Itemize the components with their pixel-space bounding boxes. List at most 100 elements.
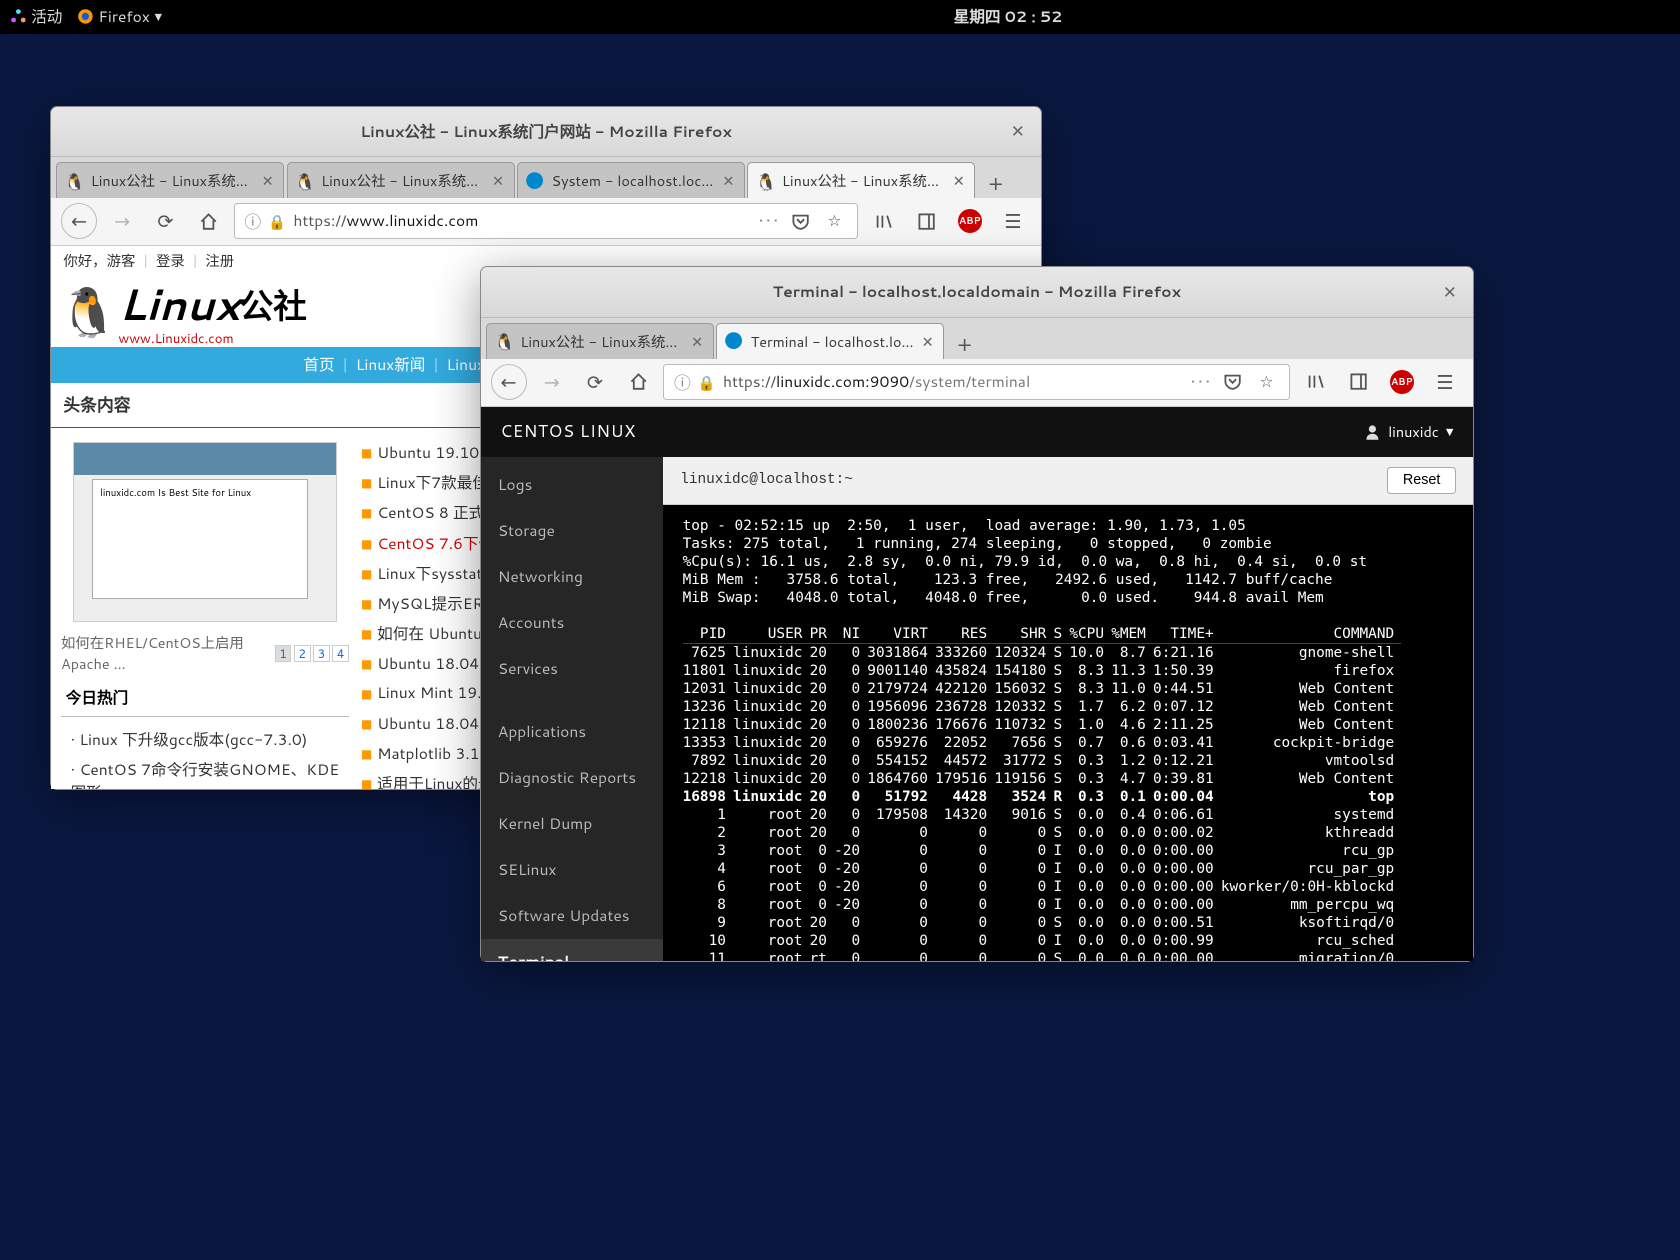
tab-close-icon[interactable]: ✕ (720, 170, 737, 191)
sidebar-item-logs[interactable]: Logs (481, 462, 663, 508)
gnome-topbar: 活动 Firefox ▼ 星期四 02 : 52 ▼ (0, 0, 1680, 34)
sidebar-item-diagnostic-reports[interactable]: Diagnostic Reports (481, 755, 663, 801)
activities-button[interactable]: 活动 (10, 5, 63, 28)
hot-item[interactable]: · Linux 下升级gcc版本(gcc-7.3.0) (61, 724, 349, 754)
home-button[interactable] (191, 203, 227, 239)
new-tab-button[interactable]: + (978, 167, 1014, 198)
close-button[interactable]: ✕ (1007, 121, 1029, 143)
cockpit-main: linuxidc@localhost:~ Reset top - 02:52:1… (663, 457, 1472, 961)
browser-tab[interactable]: 🐧Linux公社 - Linux系统门户✕ (747, 162, 975, 198)
menu-icon[interactable]: ☰ (995, 203, 1031, 239)
bullet-icon: ■ (361, 775, 372, 789)
user-icon (1364, 423, 1381, 440)
reload-button[interactable]: ⟳ (147, 203, 183, 239)
close-button[interactable]: ✕ (1439, 282, 1461, 304)
thumb-caption[interactable]: 如何在RHEL/CentOS上启用Apache … (61, 632, 272, 674)
sidebar-icon[interactable] (1341, 364, 1377, 400)
tab-close-icon[interactable]: ✕ (950, 170, 967, 191)
bullet-icon: ■ (361, 745, 372, 762)
menu-icon[interactable]: ☰ (1427, 364, 1463, 400)
pocket-icon[interactable] (788, 212, 814, 231)
reset-button[interactable]: Reset (1387, 467, 1455, 495)
sidebar-item-services[interactable]: Services (481, 646, 663, 692)
info-icon[interactable]: ⓘ (244, 209, 261, 234)
pagination-box[interactable]: 3 (313, 645, 330, 662)
titlebar[interactable]: Linux公社 - Linux系统门户网站 - Mozilla Firefox … (51, 107, 1040, 157)
forward-button: → (104, 203, 140, 239)
chevron-down-icon: ▼ (1446, 425, 1453, 439)
bookmark-star-icon[interactable]: ☆ (821, 210, 847, 232)
tab-close-icon[interactable]: ✕ (259, 170, 276, 191)
terminal-header: linuxidc@localhost:~ Reset (663, 457, 1472, 505)
bullet-icon: ■ (361, 685, 372, 702)
pagination-box[interactable]: 4 (332, 645, 349, 662)
bullet-icon: ■ (361, 655, 372, 672)
tab-strip: 🐧Linux公社 - Linux系统门户✕🐧Linux公社 - Linux系统门… (51, 157, 1040, 198)
sidebar-item-storage[interactable]: Storage (481, 508, 663, 554)
tab-close-icon[interactable]: ✕ (919, 331, 936, 352)
titlebar[interactable]: Terminal - localhost.localdomain - Mozil… (481, 267, 1473, 317)
clock[interactable]: 星期四 02 : 52 (954, 5, 1063, 28)
bullet-icon: ■ (361, 535, 372, 552)
featured-thumbnail[interactable]: linuxidc.com Is Best Site for Linux (73, 442, 337, 622)
page-actions-icon[interactable]: ••• (759, 210, 781, 232)
tab-label: Linux公社 - Linux系统门户 (782, 170, 950, 191)
browser-tab[interactable]: 🐧Linux公社 - Linux系统门户✕ (486, 323, 714, 359)
login-link[interactable]: 登录 (156, 250, 185, 271)
pocket-icon[interactable] (1220, 372, 1246, 391)
page-actions-icon[interactable]: ••• (1191, 371, 1213, 393)
abp-icon[interactable]: ABP (952, 203, 988, 239)
tab-strip: 🐧Linux公社 - Linux系统门户✕Terminal - localhos… (481, 318, 1473, 359)
cockpit-content: CENTOS LINUX linuxidc ▼ localhost.locald… (481, 407, 1473, 962)
new-tab-button[interactable]: + (947, 328, 983, 359)
linuxidc-favicon-icon: 🐧 (494, 331, 513, 350)
url-bar[interactable]: ⓘ 🔒 https://linuxidc.com:9090/system/ter… (663, 364, 1290, 400)
bullet-icon: ■ (361, 504, 372, 521)
sidebar-item-selinux[interactable]: SELinux (481, 847, 663, 893)
browser-tab[interactable]: Terminal - localhost.local…✕ (716, 323, 944, 359)
cockpit-header: CENTOS LINUX linuxidc ▼ (481, 407, 1473, 457)
bookmark-star-icon[interactable]: ☆ (1253, 371, 1279, 393)
back-button[interactable]: ← (61, 203, 97, 239)
app-menu-label: Firefox (98, 6, 149, 28)
library-icon[interactable] (865, 203, 901, 239)
sidebar-item-applications[interactable]: Applications (481, 709, 663, 755)
info-icon[interactable]: ⓘ (674, 370, 691, 395)
sidebar-item-software-updates[interactable]: Software Updates (481, 893, 663, 939)
nav-link[interactable]: 首页 (303, 353, 334, 376)
sidebar-item-terminal[interactable]: Terminal (481, 939, 663, 962)
library-icon[interactable] (1297, 364, 1333, 400)
browser-tab[interactable]: 🐧Linux公社 - Linux系统门户✕ (56, 162, 284, 198)
pagination-box[interactable]: 1 (275, 645, 292, 662)
linuxidc-favicon-icon: 🐧 (295, 171, 314, 190)
bullet-icon: ■ (361, 474, 372, 491)
cockpit-favicon-icon (525, 171, 544, 190)
firefox-icon (77, 8, 94, 25)
tab-close-icon[interactable]: ✕ (689, 331, 706, 352)
logo-url: www.Linuxidc.com (118, 330, 306, 348)
sidebar-icon[interactable] (909, 203, 945, 239)
home-button[interactable] (620, 364, 656, 400)
url-text: https://www.linuxidc.com (293, 210, 751, 232)
app-menu[interactable]: Firefox ▼ (77, 6, 162, 28)
user-menu[interactable]: linuxidc ▼ (1364, 421, 1453, 442)
register-link[interactable]: 注册 (205, 250, 234, 271)
toolbar: ← → ⟳ ⓘ 🔒 https://linuxidc.com:9090/syst… (481, 359, 1473, 407)
nav-link[interactable]: Linux新闻 (356, 353, 426, 376)
pagination-box[interactable]: 2 (294, 645, 311, 662)
sidebar-item-networking[interactable]: Networking (481, 554, 663, 600)
hot-item[interactable]: · CentOS 7命令行安装GNOME、KDE图形 (61, 754, 349, 788)
browser-tab[interactable]: 🐧Linux公社 - Linux系统门户✕ (287, 162, 515, 198)
bullet-icon: ■ (361, 595, 372, 612)
terminal-output[interactable]: top - 02:52:15 up 2:50, 1 user, load ave… (663, 505, 1472, 961)
url-bar[interactable]: ⓘ 🔒 https://www.linuxidc.com ••• ☆ (234, 203, 859, 239)
reload-button[interactable]: ⟳ (577, 364, 613, 400)
tab-close-icon[interactable]: ✕ (490, 170, 507, 191)
abp-icon[interactable]: ABP (1384, 364, 1420, 400)
sidebar-item-kernel-dump[interactable]: Kernel Dump (481, 801, 663, 847)
browser-tab[interactable]: System - localhost.locald…✕ (517, 162, 745, 198)
activities-label: 活动 (31, 5, 62, 28)
back-button[interactable]: ← (491, 364, 527, 400)
bullet-icon: ■ (361, 444, 372, 461)
sidebar-item-accounts[interactable]: Accounts (481, 600, 663, 646)
